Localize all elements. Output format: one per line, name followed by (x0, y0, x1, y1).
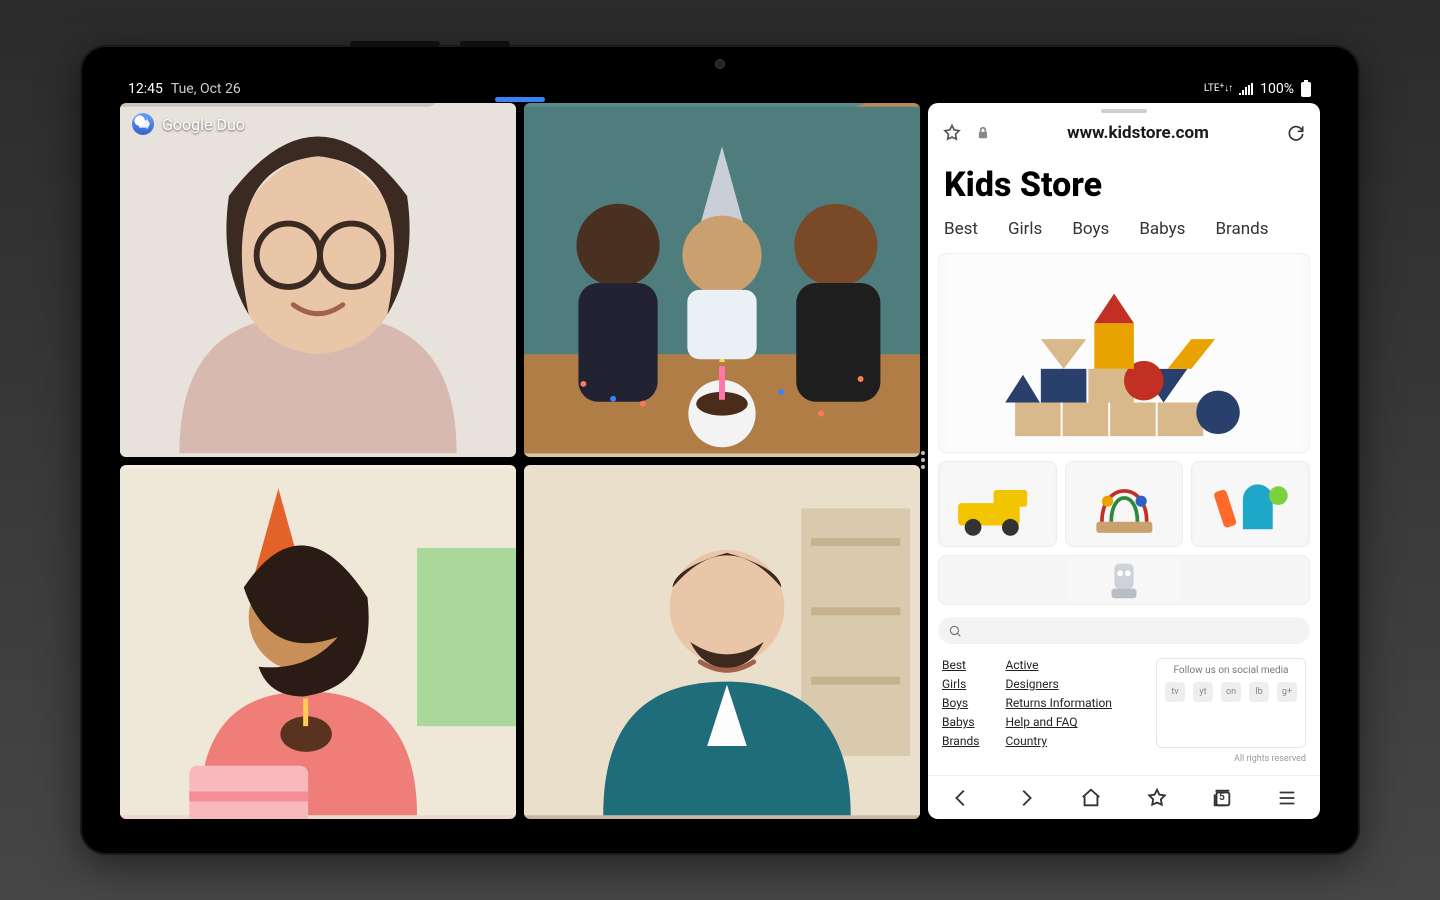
person-illustration (120, 465, 516, 819)
bookmarks-icon[interactable] (1144, 785, 1170, 811)
status-time: 12:45 (128, 81, 163, 97)
rights-text: All rights reserved (928, 752, 1320, 768)
search-input[interactable] (970, 623, 1300, 638)
social-icon[interactable]: yt (1193, 682, 1213, 702)
tab-best[interactable]: Best (944, 219, 978, 239)
tab-babys[interactable]: Babys (1139, 219, 1185, 239)
browser-pane: www.kidstore.com Kids Store Best Girls B… (928, 103, 1320, 819)
footer-link[interactable]: Girls (942, 677, 979, 691)
social-heading: Follow us on social media (1165, 665, 1297, 676)
network-type-icon: LTE+↓↑ (1204, 84, 1232, 94)
reload-icon[interactable] (1286, 123, 1306, 143)
person-illustration (524, 103, 920, 457)
social-box: Follow us on social media tv yt on lb g+ (1156, 658, 1306, 748)
footer-link[interactable]: Returns Information (1005, 696, 1112, 710)
url-bar: www.kidstore.com (928, 113, 1320, 149)
social-icon[interactable]: tv (1165, 682, 1185, 702)
footer-link[interactable]: Best (942, 658, 979, 672)
hw-button (350, 41, 440, 47)
video-tile[interactable] (524, 465, 920, 819)
tab-brands[interactable]: Brands (1215, 219, 1268, 239)
url-text[interactable]: www.kidstore.com (1004, 123, 1272, 143)
split-top-handle[interactable] (495, 97, 545, 102)
google-duo-icon (132, 113, 154, 135)
footer-link[interactable]: Babys (942, 715, 979, 729)
social-icon[interactable]: lb (1249, 682, 1269, 702)
status-bar[interactable]: 12:45 Tue, Oct 26 LTE+↓↑ 100% (114, 75, 1326, 103)
video-tile[interactable]: Google Duo (120, 103, 516, 457)
category-tabs: Best Girls Boys Babys Brands (928, 213, 1320, 249)
social-icon[interactable]: g+ (1277, 682, 1297, 702)
battery-icon (1300, 80, 1312, 98)
search-icon (948, 624, 962, 638)
tab-boys[interactable]: Boys (1072, 219, 1109, 239)
product-thumb[interactable] (938, 461, 1057, 547)
lock-icon (976, 125, 990, 141)
screen: 12:45 Tue, Oct 26 LTE+↓↑ 100% (114, 75, 1326, 825)
hero-product-image[interactable] (938, 253, 1310, 453)
hw-button (460, 41, 510, 47)
signal-icon (1238, 83, 1254, 95)
tabs-icon[interactable]: 5 (1209, 785, 1235, 811)
tablet-frame: 12:45 Tue, Oct 26 LTE+↓↑ 100% (80, 45, 1360, 855)
product-thumb-wide[interactable] (938, 555, 1310, 605)
video-tile[interactable] (524, 103, 920, 457)
product-thumb[interactable] (1065, 461, 1184, 547)
back-icon[interactable] (948, 785, 974, 811)
social-icon[interactable]: on (1221, 682, 1241, 702)
battery-text: 100% (1260, 81, 1294, 97)
tabs-count: 5 (1219, 792, 1225, 803)
front-camera (715, 59, 725, 69)
status-date: Tue, Oct 26 (171, 81, 241, 97)
app-name-label: Google Duo (162, 115, 245, 134)
site-footer: Best Girls Boys Babys Brands Active Desi… (928, 654, 1320, 752)
person-illustration (524, 465, 920, 819)
footer-link[interactable]: Boys (942, 696, 979, 710)
menu-icon[interactable] (1274, 785, 1300, 811)
home-icon[interactable] (1078, 785, 1104, 811)
footer-link[interactable]: Country (1005, 734, 1112, 748)
tab-girls[interactable]: Girls (1008, 219, 1042, 239)
product-thumb[interactable] (1191, 461, 1310, 547)
browser-nav-bar: 5 (928, 775, 1320, 819)
footer-link[interactable]: Active (1005, 658, 1112, 672)
site-search[interactable] (938, 617, 1310, 644)
footer-link[interactable]: Help and FAQ (1005, 715, 1112, 729)
page-title: Kids Store (928, 149, 1320, 213)
person-illustration (120, 103, 516, 457)
video-call-pane: Google Duo (120, 103, 920, 819)
app-brand: Google Duo (132, 113, 245, 135)
split-side-handle[interactable] (920, 448, 926, 474)
forward-icon[interactable] (1013, 785, 1039, 811)
bookmark-icon[interactable] (942, 123, 962, 143)
footer-link[interactable]: Designers (1005, 677, 1112, 691)
video-tile[interactable] (120, 465, 516, 819)
footer-link[interactable]: Brands (942, 734, 979, 748)
